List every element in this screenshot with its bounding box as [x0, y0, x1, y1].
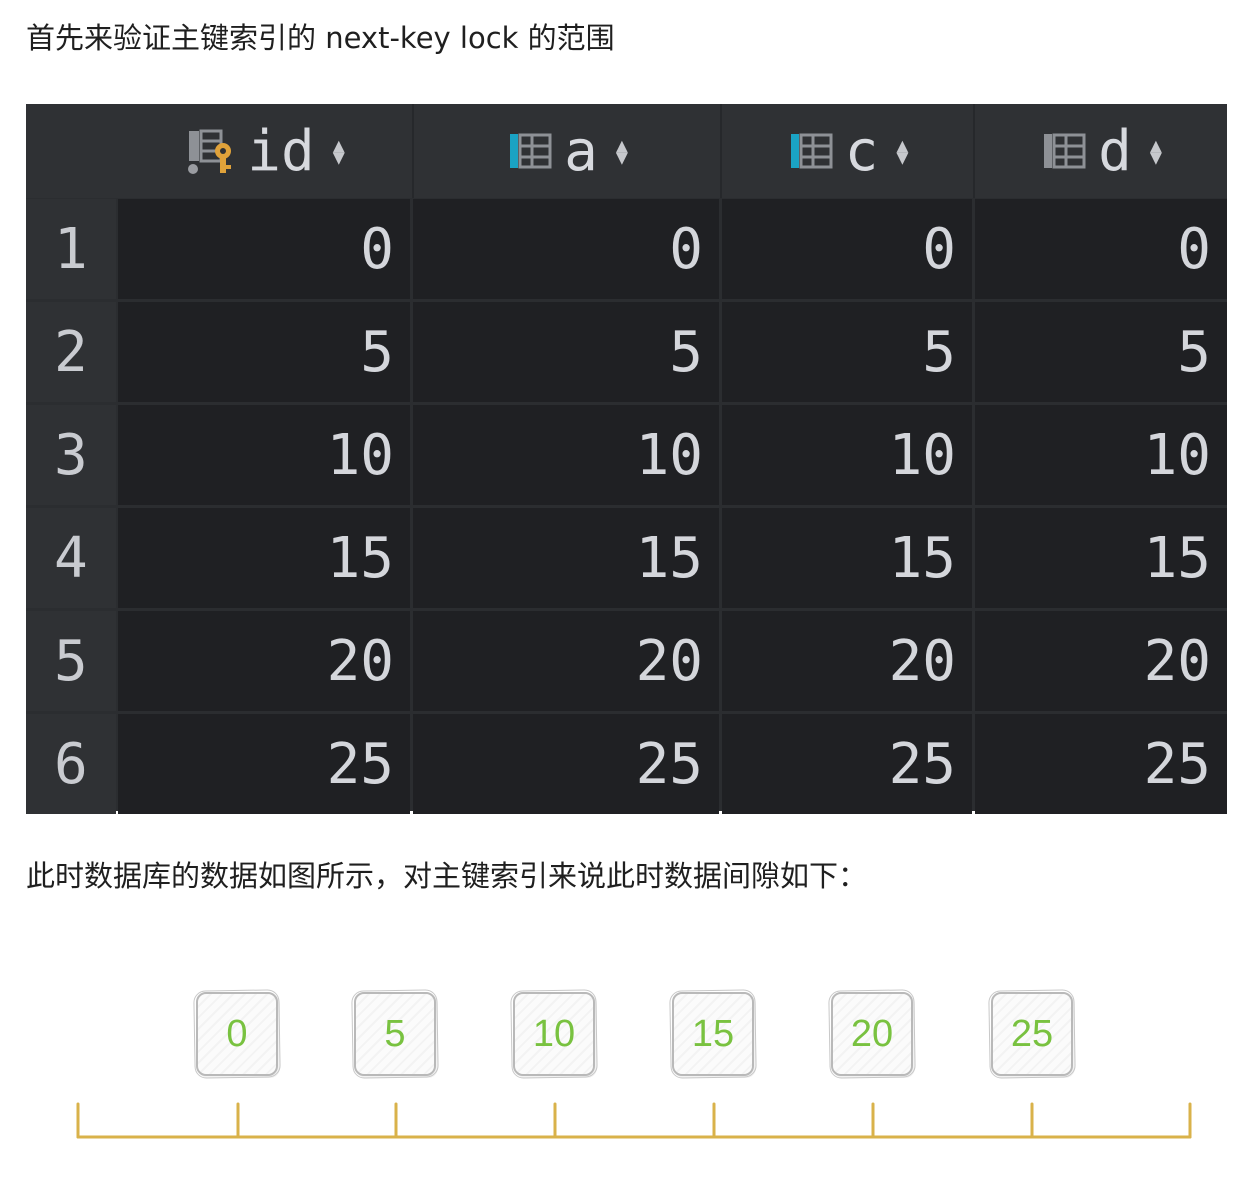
gap-ruler [76, 1102, 1192, 1139]
